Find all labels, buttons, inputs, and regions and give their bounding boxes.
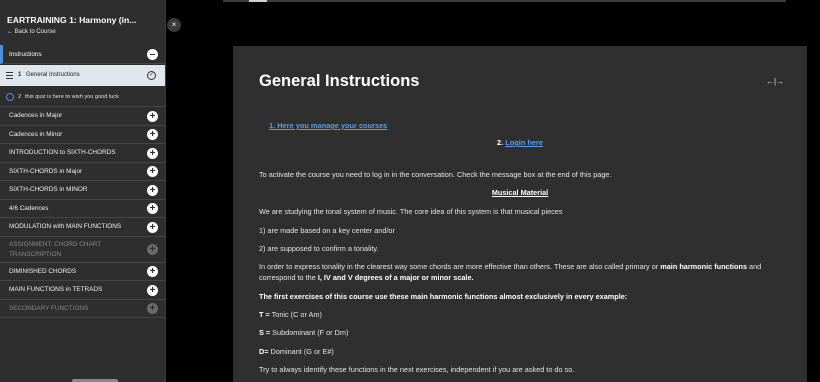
manage-courses-link[interactable]: 1. Here you manage your courses <box>269 121 387 130</box>
section-cadences-major[interactable]: Cadences in Major + <box>0 107 165 126</box>
course-title: EARTRAINING 1: Harmony (in... <box>7 15 137 25</box>
expand-plus-icon[interactable]: + <box>147 266 158 277</box>
lesson-item-general-instructions[interactable]: 1 General Instructions ✓ <box>0 65 165 86</box>
section-assignment-chord-chart[interactable]: ASSIGNMENT: CHORD CHART TRANSCRIPTION + <box>0 237 165 263</box>
quiz-icon <box>6 93 14 101</box>
section-secondary-functions[interactable]: SECONDARY FUNCTIONS + <box>0 300 165 318</box>
sidebar-item-instructions[interactable]: Instructions <box>0 45 165 64</box>
bold-text: main harmonic functions <box>660 262 748 271</box>
lesson-label: this quiz is here to wish you good luck <box>25 94 119 100</box>
lesson-item-quiz[interactable]: 2 this quiz is here to wish you good luc… <box>0 87 165 107</box>
text: correspond to the <box>259 273 318 282</box>
section-label: Cadences in Major <box>9 112 63 119</box>
lesson-number: 1 <box>18 72 22 78</box>
paragraph-tonality-line2: correspond to the I, IV and V degrees of… <box>259 273 474 282</box>
expand-plus-icon[interactable]: + <box>147 221 158 233</box>
paragraph-first-exercises: The first exercises of this course use t… <box>259 292 627 301</box>
collapse-icon[interactable] <box>147 49 158 60</box>
section-modulation[interactable]: MODULATION with MAIN FUNCTIONS + <box>0 218 165 237</box>
bold-text: The first exercises of this course use t… <box>259 292 628 301</box>
section-main-functions-tetrads[interactable]: MAIN FUNCTIONS in TETRADS + <box>0 281 165 300</box>
section-label: SIXTH-CHORDS in Major <box>9 167 83 175</box>
expand-plus-icon[interactable]: + <box>147 147 158 159</box>
text: Subdominant (F or Dm) <box>270 328 349 337</box>
login-link[interactable]: Login here <box>505 138 543 147</box>
text-lesson-icon <box>6 72 13 79</box>
section-cadences-minor[interactable]: Cadences in Minor + <box>0 126 165 144</box>
list-item-2: 2) are supposed to confirm a tonality. <box>259 244 379 253</box>
section-intro-sixth-chords[interactable]: INTRODUCTION to SIXTH-CHORDS + <box>0 144 165 163</box>
heading-text: Musical Material <box>491 188 549 197</box>
section-diminished-chords[interactable]: DIMINISHED CHORDS + <box>0 263 165 281</box>
check-icon: ✓ <box>147 70 156 80</box>
section-label: ASSIGNMENT: CHORD CHART <box>9 240 102 248</box>
expand-plus-icon[interactable]: + <box>147 203 158 214</box>
bold-text: T = <box>259 310 270 319</box>
expand-plus-icon[interactable]: + <box>147 303 158 314</box>
paragraph-identify: Try to always identify these functions i… <box>259 365 575 374</box>
sidebar-item-label: Instructions <box>9 51 42 58</box>
section-sixth-chords-major[interactable]: SIXTH-CHORDS in Major + <box>0 163 165 181</box>
text: and <box>747 262 762 271</box>
tonic-definition: T = Tonic (C or Am) <box>259 310 322 319</box>
section-sixth-chords-minor[interactable]: SIXTH-CHORDS in MINOR + <box>0 181 165 200</box>
lesson-label: General Instructions <box>26 72 80 78</box>
dominant-definition: D= Dominant (G or E#) <box>259 347 334 356</box>
text: Dominant (G or E#) <box>268 347 334 356</box>
expand-plus-icon[interactable]: + <box>147 110 158 122</box>
bold-text: S = <box>259 328 271 337</box>
login-line: 2. Login here <box>497 138 543 147</box>
progress-indicator <box>249 0 267 2</box>
section-label: SECONDARY FUNCTIONS <box>9 304 89 312</box>
page-title: General Instructions <box>259 72 420 90</box>
back-to-course-link[interactable]: ← Back to Course <box>7 29 56 35</box>
close-sidebar-icon[interactable]: × <box>167 18 181 32</box>
expand-width-icon[interactable]: ←|→ <box>766 77 784 86</box>
list-item-1: 1) are made based on a key center and/or <box>259 226 395 235</box>
section-label: Cadences in Minor <box>9 130 63 138</box>
expand-plus-icon[interactable]: + <box>147 243 158 255</box>
lesson-progress-strip <box>223 0 786 2</box>
section-46-cadences[interactable]: 4/6 Cadences + <box>0 200 165 218</box>
section-label: DIMINISHED CHORDS <box>9 267 77 275</box>
expand-plus-icon[interactable]: + <box>147 166 158 177</box>
section-label: INTRODUCTION to SIXTH-CHORDS <box>9 149 116 156</box>
bold-text: D= <box>259 347 269 356</box>
paragraph-activate: To activate the course you need to log i… <box>259 170 612 179</box>
expand-plus-icon[interactable]: + <box>147 184 158 196</box>
paragraph-tonal-system: We are studying the tonal system of musi… <box>259 207 563 216</box>
lesson-content: General Instructions ←|→ 1. Here you man… <box>233 46 807 382</box>
expand-plus-icon[interactable]: + <box>147 284 158 296</box>
expand-plus-icon[interactable]: + <box>147 129 158 140</box>
section-label: MAIN FUNCTIONS in TETRADS <box>9 286 103 293</box>
section-label: SIXTH-CHORDS in MINOR <box>9 186 88 193</box>
bold-text: I, IV and V degrees of a major or minor … <box>317 273 474 282</box>
paragraph-tonality-line1: In order to express tonality in the clea… <box>259 262 761 271</box>
heading-musical-material: Musical Material <box>233 188 807 197</box>
login-prefix: 2. <box>497 138 506 147</box>
sidebar-header: EARTRAINING 1: Harmony (in... ← Back to … <box>0 0 165 44</box>
section-label-line2: TRANSCRIPTION <box>9 250 62 258</box>
section-label: 4/6 Cadences <box>9 204 49 212</box>
subdominant-definition: S = Subdominant (F or Dm) <box>259 328 348 337</box>
section-label: MODULATION with MAIN FUNCTIONS <box>9 223 122 230</box>
text: In order to express tonality in the clea… <box>259 262 661 271</box>
course-sidebar: EARTRAINING 1: Harmony (in... ← Back to … <box>0 0 166 382</box>
text: Tonic (C or Am) <box>269 310 322 319</box>
lesson-number: 2 <box>18 94 22 100</box>
